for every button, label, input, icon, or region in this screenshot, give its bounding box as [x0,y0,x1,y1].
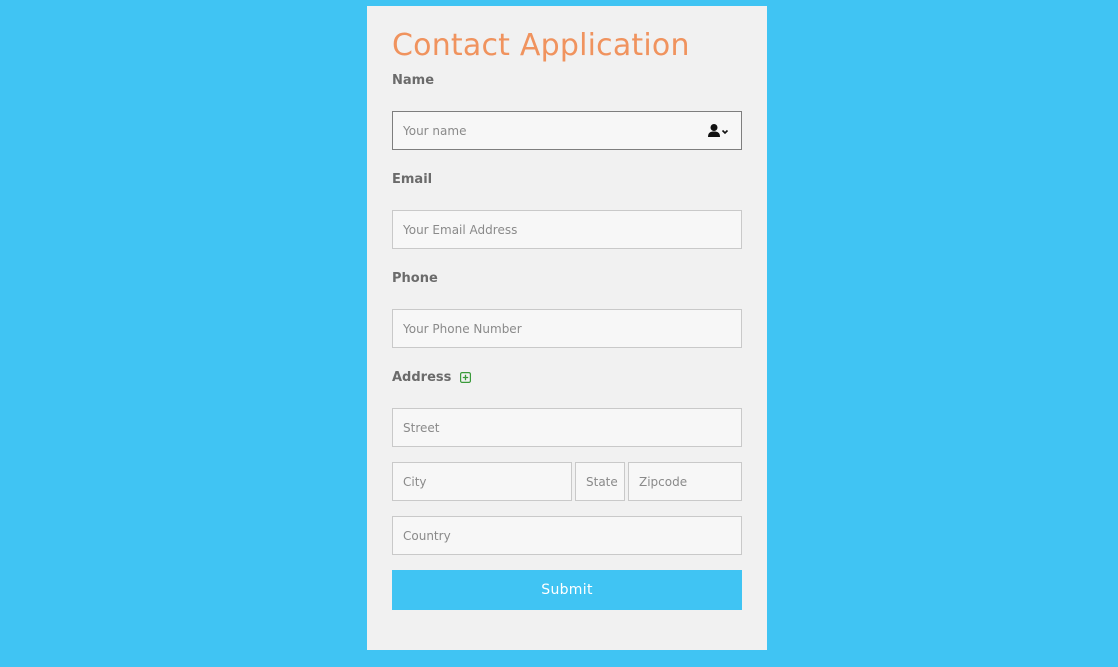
address-label: Address [392,369,471,387]
state-input[interactable] [576,463,624,500]
address-label-text: Address [392,370,452,385]
email-field [392,210,742,249]
contact-form-card: Contact Application Name Email Phone Add… [367,6,767,650]
zipcode-input[interactable] [629,463,741,500]
state-field [575,462,625,501]
city-field [392,462,572,501]
name-field [392,111,742,150]
street-field [392,408,742,447]
street-input[interactable] [393,409,741,446]
plus-square-icon[interactable] [459,371,471,384]
form-title: Contact Application [392,28,690,63]
country-field [392,516,742,555]
phone-field [392,309,742,348]
phone-input[interactable] [393,310,741,347]
name-input[interactable] [393,112,741,149]
user-dropdown-icon[interactable] [707,123,731,139]
phone-label: Phone [392,271,438,286]
name-label: Name [392,73,435,88]
city-input[interactable] [393,463,571,500]
country-input[interactable] [393,517,741,554]
email-label: Email [392,172,433,187]
email-input[interactable] [393,211,741,248]
zipcode-field [628,462,742,501]
submit-button[interactable]: Submit [392,570,742,610]
